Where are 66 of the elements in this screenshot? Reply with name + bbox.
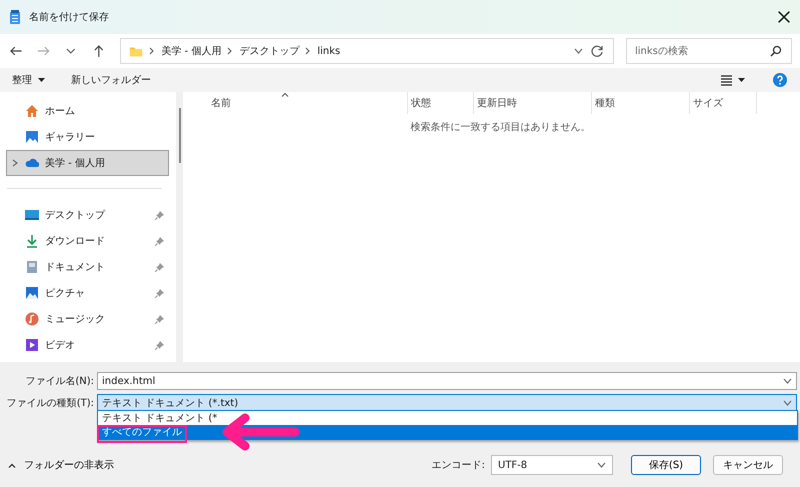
gallery-icon <box>25 130 39 144</box>
chevron-down-icon[interactable] <box>574 48 583 54</box>
breadcrumb[interactable]: デスクトップ <box>239 44 300 58</box>
sidebar-item[interactable]: ビデオ <box>6 332 169 358</box>
chevron-right-icon <box>305 47 312 55</box>
new-folder-button[interactable]: 新しいフォルダー <box>71 73 151 87</box>
search-icon[interactable] <box>768 43 784 59</box>
column-header[interactable]: 名前 <box>187 92 408 114</box>
sidebar-label: ミュージック <box>45 313 106 326</box>
monitor-icon <box>25 208 39 222</box>
field-label: ファイルの種類(T): <box>6 396 95 410</box>
organize-button[interactable]: 整理 <box>12 73 45 87</box>
image-icon <box>25 286 39 300</box>
encoding-dropdown[interactable]: UTF-8 <box>491 455 613 475</box>
caret-down-icon[interactable] <box>38 78 45 82</box>
dropdown-option[interactable]: すべてのファイル <box>98 425 797 439</box>
cloud-icon <box>25 156 39 170</box>
sidebar-item[interactable]: ダウンロード <box>6 228 169 254</box>
column-header[interactable]: 種類 <box>592 92 690 114</box>
column-header[interactable]: 状態 <box>408 92 474 114</box>
sidebar-item[interactable]: ドキュメント <box>6 254 169 280</box>
column-header[interactable]: 更新日時 <box>474 92 592 114</box>
chevron-up-icon[interactable] <box>8 462 16 468</box>
hide-folders-button[interactable]: フォルダーの非表示 <box>8 458 114 472</box>
window-title: 名前を付けて保存 <box>29 11 110 24</box>
sidebar-label: ピクチャ <box>45 287 86 300</box>
sidebar-item[interactable]: デスクトップ <box>6 202 169 228</box>
address-bar[interactable]: 美学 - 個人用 デスクトップ links <box>120 38 614 64</box>
sidebar-item[interactable]: ミュージック <box>6 306 169 332</box>
column-header[interactable]: サイズ <box>690 92 757 114</box>
dropdown-option[interactable]: テキスト ドキュメント (* <box>98 411 797 425</box>
notepad-icon <box>8 10 22 24</box>
chevron-down-icon[interactable] <box>597 462 606 468</box>
field-label: ファイル名(N): <box>24 375 95 388</box>
cancel-button[interactable]: キャンセル <box>713 455 783 475</box>
file-name-field[interactable]: index.html <box>97 372 797 390</box>
play-icon <box>25 338 39 352</box>
sidebar-item[interactable]: ホーム <box>6 98 169 124</box>
sidebar-label: ギャラリー <box>45 131 96 144</box>
empty-message: 検索条件に一致する項目はありません。 <box>410 120 590 134</box>
sidebar-label: 美学 - 個人用 <box>45 156 106 170</box>
sidebar-label: デスクトップ <box>45 208 106 222</box>
close-icon[interactable] <box>776 9 792 25</box>
download-icon <box>25 234 39 248</box>
sidebar-item[interactable]: ピクチャ <box>6 280 169 306</box>
chevron-right-icon[interactable] <box>11 159 19 167</box>
sidebar-item[interactable]: ギャラリー <box>6 124 169 150</box>
sidebar-label: ホーム <box>45 105 76 118</box>
encoding-label: エンコード: <box>432 459 485 472</box>
home-icon <box>25 104 39 118</box>
sidebar-label: ドキュメント <box>45 261 106 274</box>
sidebar-label: ビデオ <box>45 339 76 352</box>
sidebar-item[interactable]: 美学 - 個人用 <box>6 150 169 176</box>
save-button[interactable]: 保存(S) <box>631 455 701 475</box>
chevron-right-icon <box>227 47 234 55</box>
chevron-down-icon[interactable] <box>783 378 792 384</box>
refresh-icon[interactable] <box>589 43 605 59</box>
breadcrumb[interactable]: 美学 - 個人用 <box>161 44 222 58</box>
sidebar-label: ダウンロード <box>45 235 106 248</box>
chevron-down-icon[interactable] <box>783 400 792 406</box>
music-note-icon <box>25 312 39 326</box>
breadcrumb[interactable]: links <box>317 46 340 56</box>
help-icon[interactable] <box>772 72 788 88</box>
document-icon <box>25 260 39 274</box>
chevron-right-icon <box>149 47 156 55</box>
search-field[interactable]: linksの検索 <box>626 38 792 64</box>
